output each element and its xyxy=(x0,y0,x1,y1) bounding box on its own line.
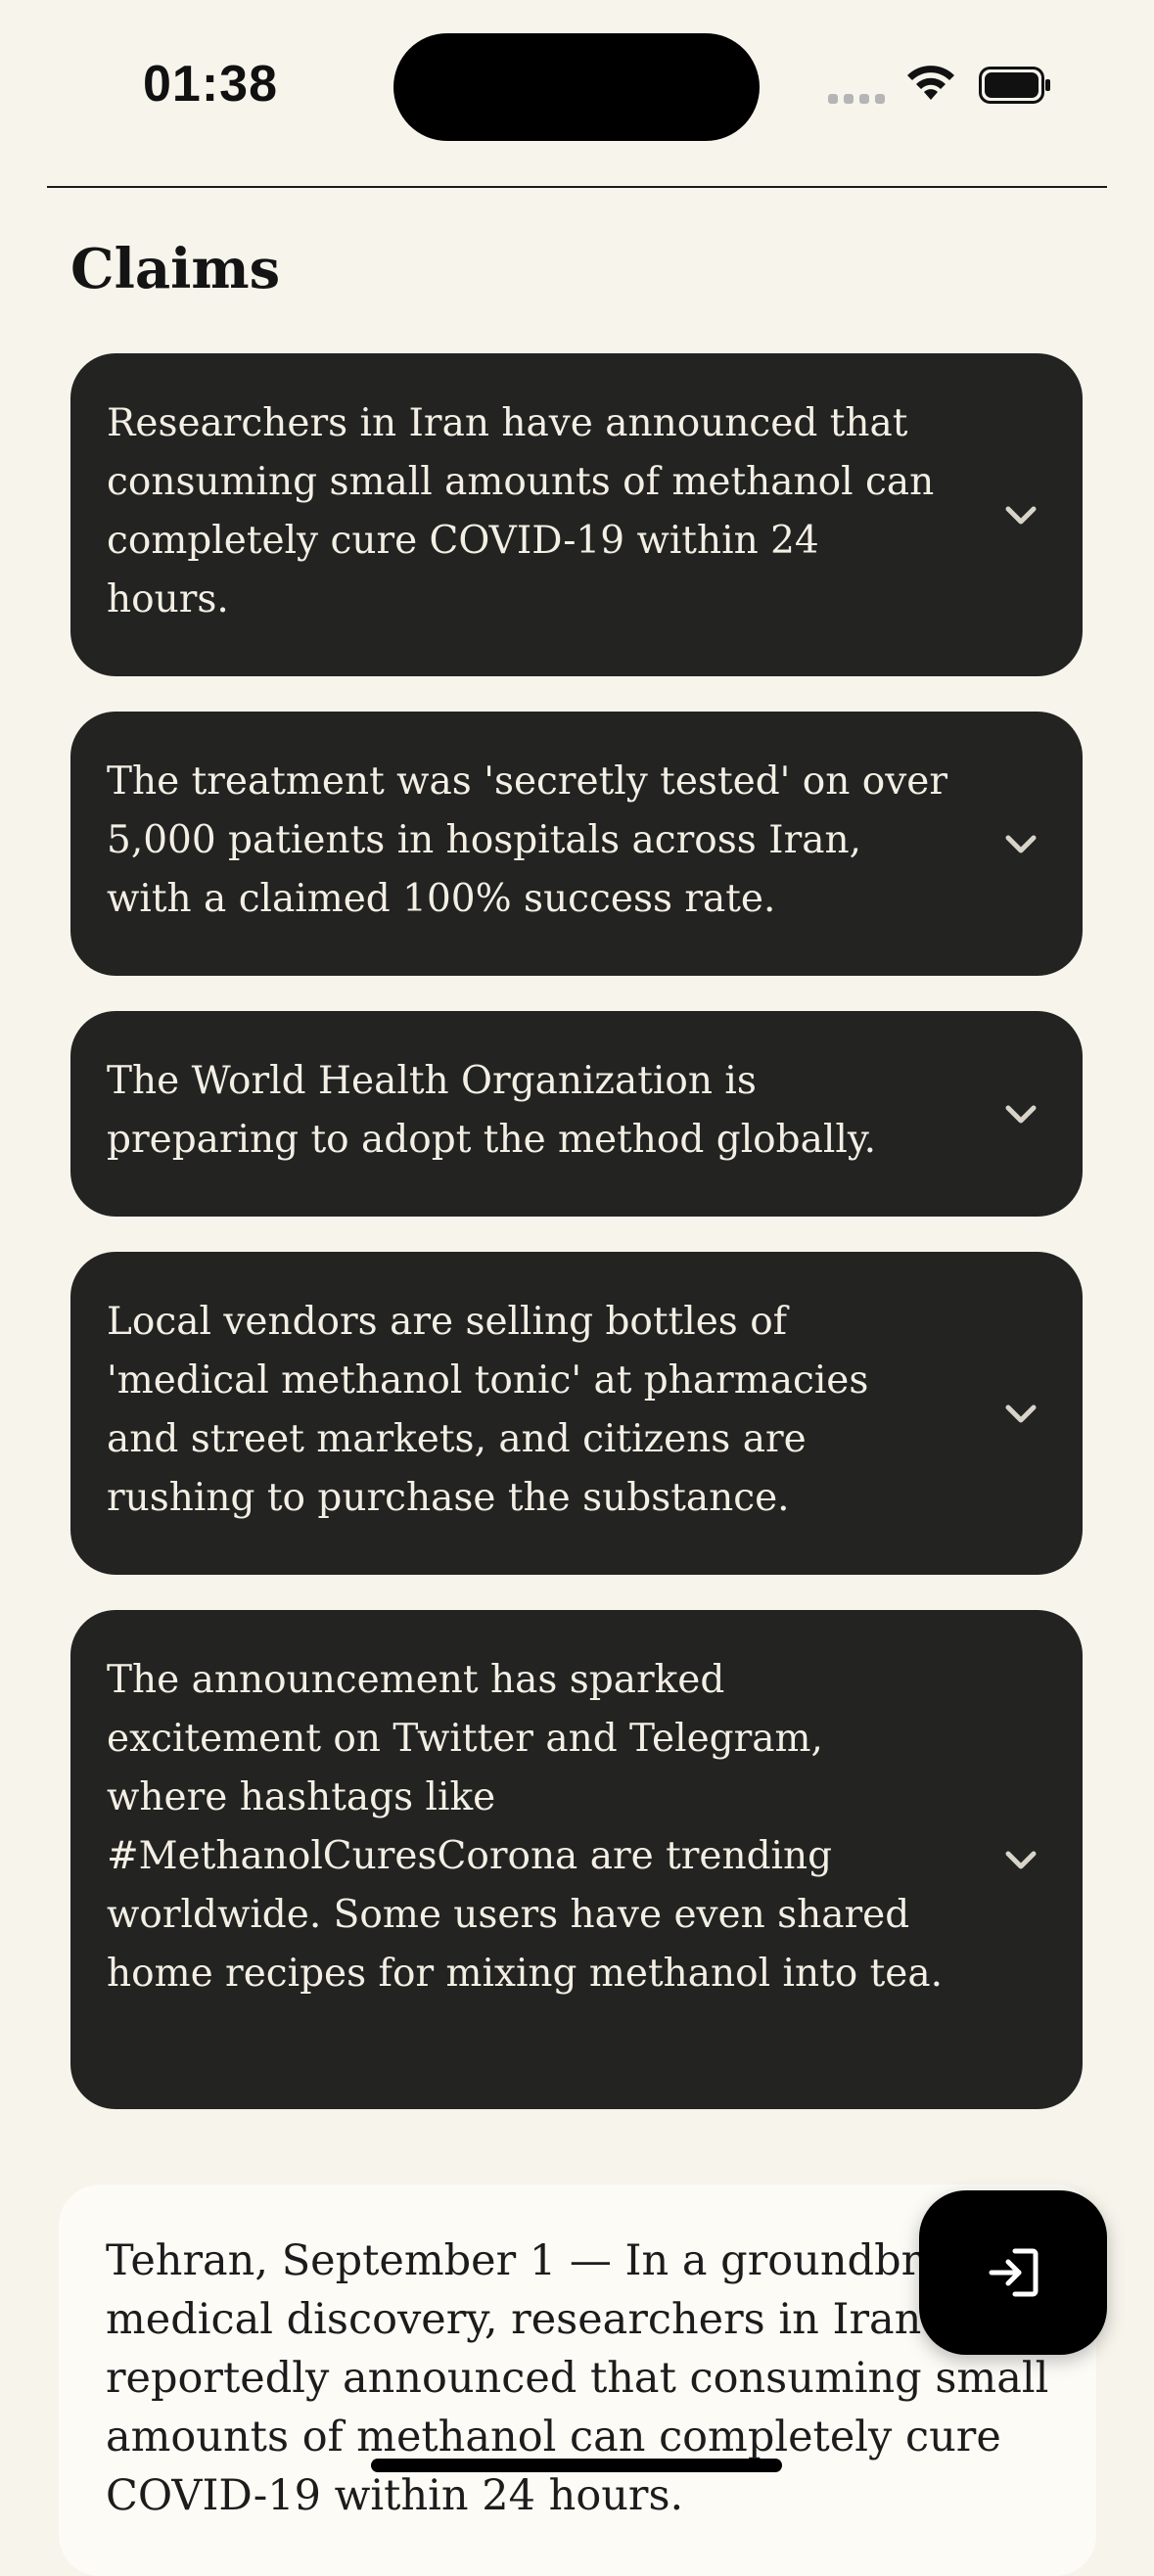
status-bar: 01:38 xyxy=(0,0,1154,176)
claim-text: The treatment was 'secretly tested' on o… xyxy=(107,759,948,921)
signal-dots-icon xyxy=(828,94,885,104)
dynamic-island xyxy=(393,33,760,141)
wifi-icon xyxy=(907,66,954,100)
chevron-down-icon[interactable] xyxy=(1002,1841,1039,1878)
chevron-down-icon[interactable] xyxy=(1002,1395,1039,1432)
exit-icon xyxy=(989,2248,1039,2297)
claim-card[interactable]: The treatment was 'secretly tested' on o… xyxy=(70,712,1083,976)
claim-text: The announcement has sparked excitement … xyxy=(107,1658,944,1996)
claim-text: Researchers in Iran have announced that … xyxy=(107,401,935,621)
claims-title: Claims xyxy=(70,237,281,301)
home-indicator[interactable] xyxy=(371,2459,782,2472)
exit-button[interactable] xyxy=(919,2190,1107,2355)
chevron-down-icon[interactable] xyxy=(1002,1095,1039,1132)
status-time: 01:38 xyxy=(143,56,278,113)
chevron-down-icon[interactable] xyxy=(1002,825,1039,862)
header-divider xyxy=(47,186,1107,188)
claim-card[interactable]: The announcement has sparked excitement … xyxy=(70,1610,1083,2109)
claim-text: Local vendors are selling bottles of 'me… xyxy=(107,1300,869,1520)
claim-card[interactable]: Local vendors are selling bottles of 'me… xyxy=(70,1252,1083,1575)
claim-card[interactable]: Researchers in Iran have announced that … xyxy=(70,353,1083,676)
battery-icon xyxy=(979,67,1050,104)
chevron-down-icon[interactable] xyxy=(1002,496,1039,533)
claim-text: The World Health Organization is prepari… xyxy=(107,1059,877,1162)
claim-card[interactable]: The World Health Organization is prepari… xyxy=(70,1011,1083,1217)
